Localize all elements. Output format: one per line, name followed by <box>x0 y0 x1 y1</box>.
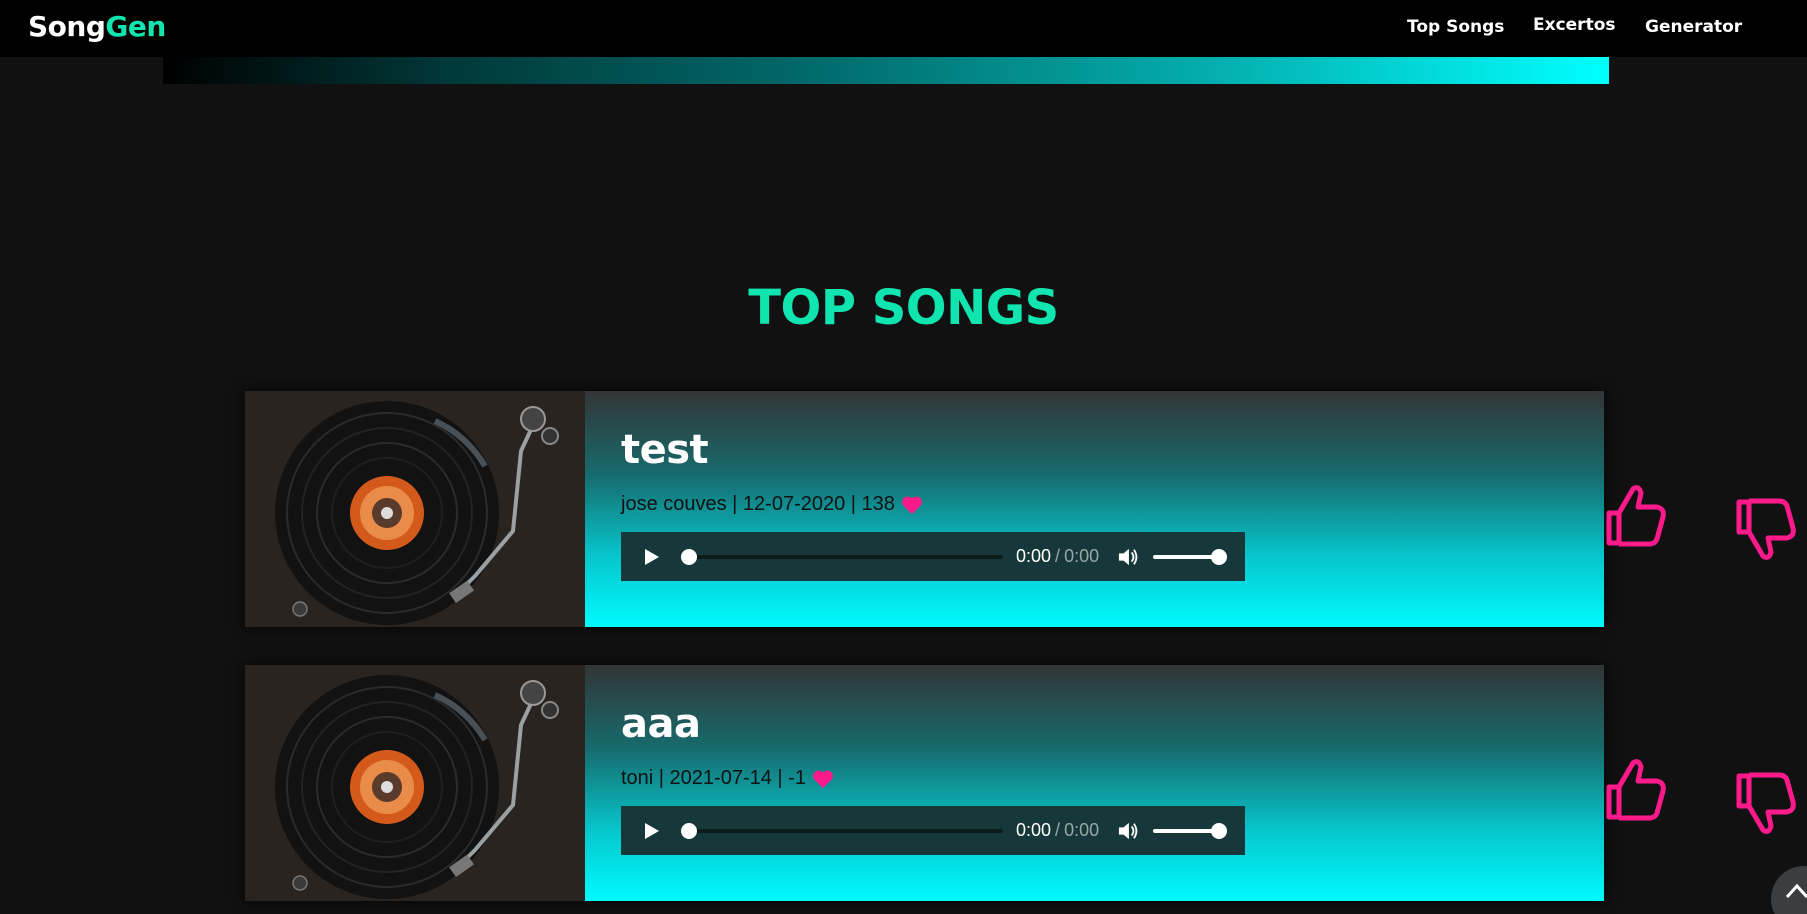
nav-link-generator[interactable]: Generator <box>1645 17 1742 37</box>
navbar: SongGen Top Songs Excertos Generator <box>0 0 1807 57</box>
song-card-body: test jose couves | 12-07-2020 | 138 0:00… <box>585 391 1796 627</box>
play-icon[interactable] <box>641 547 661 567</box>
progress-slider[interactable] <box>681 548 1003 565</box>
progress-knob[interactable] <box>681 548 697 565</box>
volume-slider[interactable] <box>1153 548 1228 565</box>
thumbs-down-icon[interactable] <box>1735 498 1797 562</box>
time-duration: 0:00 <box>1064 820 1100 840</box>
time-current: 0:00 <box>1016 546 1052 566</box>
section-title: TOP SONGS <box>748 280 1059 336</box>
thumbs-down-icon[interactable] <box>1735 772 1797 836</box>
chevron-up-icon <box>1785 883 1807 899</box>
song-card: test jose couves | 12-07-2020 | 138 0:00… <box>245 391 1796 627</box>
volume-knob[interactable] <box>1211 548 1228 565</box>
thumbs-up-icon[interactable] <box>1605 483 1667 547</box>
song-cover-image <box>245 665 585 901</box>
brand-part-2: Gen <box>105 10 166 43</box>
audio-player: 0:00 / 0:00 <box>621 532 1245 581</box>
song-title: test <box>621 427 709 473</box>
volume-knob[interactable] <box>1211 822 1228 839</box>
song-meta: jose couves | 12-07-2020 | 138 <box>621 493 923 516</box>
thumbs-up-icon[interactable] <box>1605 757 1667 821</box>
brand-logo[interactable]: SongGen <box>28 10 166 43</box>
volume-icon[interactable] <box>1117 821 1139 841</box>
song-meta-text: toni | 2021-07-14 | -1 <box>621 767 806 789</box>
volume-slider[interactable] <box>1153 822 1228 839</box>
progress-knob[interactable] <box>681 822 697 839</box>
time-duration: 0:00 <box>1064 546 1100 566</box>
volume-icon[interactable] <box>1117 547 1139 567</box>
time-separator: / <box>1055 546 1061 566</box>
nav-link-top-songs[interactable]: Top Songs <box>1407 17 1504 37</box>
song-cover-image <box>245 391 585 627</box>
time-separator: / <box>1055 820 1061 840</box>
heart-icon <box>813 770 833 788</box>
song-meta-text: jose couves | 12-07-2020 | 138 <box>621 493 895 515</box>
hero-gradient-banner <box>163 57 1609 84</box>
brand-part-1: Song <box>28 10 106 43</box>
progress-slider[interactable] <box>681 822 1003 839</box>
heart-icon <box>902 496 922 514</box>
song-meta: toni | 2021-07-14 | -1 <box>621 767 834 790</box>
audio-player: 0:00 / 0:00 <box>621 806 1245 855</box>
scroll-to-top-button[interactable] <box>1771 866 1807 914</box>
song-title: aaa <box>621 701 701 747</box>
song-card: aaa toni | 2021-07-14 | -1 0:00 / 0:00 <box>245 665 1796 901</box>
play-icon[interactable] <box>641 821 661 841</box>
song-card-body: aaa toni | 2021-07-14 | -1 0:00 / 0:00 <box>585 665 1796 901</box>
nav-link-excertos[interactable]: Excertos <box>1533 15 1616 35</box>
time-current: 0:00 <box>1016 820 1052 840</box>
